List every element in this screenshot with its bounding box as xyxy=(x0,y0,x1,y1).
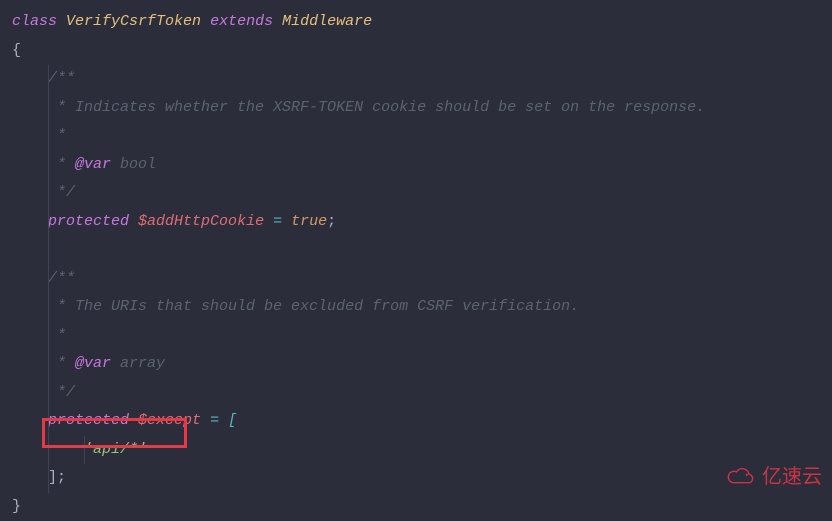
code-line: * The URIs that should be excluded from … xyxy=(12,293,820,322)
keyword-protected: protected xyxy=(48,213,129,230)
keyword-protected: protected xyxy=(48,412,129,429)
watermark-text: 亿速云 xyxy=(762,458,822,496)
blank-line xyxy=(12,236,820,265)
operator: = xyxy=(264,213,291,230)
code-line: 'api/*' xyxy=(12,436,820,465)
const-true: true xyxy=(291,213,327,230)
code-line: /** xyxy=(12,265,820,294)
classname: VerifyCsrfToken xyxy=(66,13,201,30)
code-line: */ xyxy=(12,179,820,208)
code-line: { xyxy=(12,37,820,66)
comment-text: * xyxy=(48,127,66,144)
code-line: */ xyxy=(12,379,820,408)
comment-text: * The URIs that should be excluded from … xyxy=(48,298,579,315)
code-line: * @var array xyxy=(12,350,820,379)
property-name: $except xyxy=(138,412,201,429)
comment-text: array xyxy=(111,355,165,372)
classname-parent: Middleware xyxy=(282,13,372,30)
keyword-class: class xyxy=(12,13,57,30)
code-line: class VerifyCsrfToken extends Middleware xyxy=(12,8,820,37)
phpdoc-tag: @var xyxy=(75,355,111,372)
code-line: protected $except = [ xyxy=(12,407,820,436)
code-line: * xyxy=(12,122,820,151)
comment-close: */ xyxy=(48,384,75,401)
code-line: protected $addHttpCookie = true; xyxy=(12,208,820,237)
string-literal: 'api/*' xyxy=(84,441,147,458)
keyword-extends: extends xyxy=(210,13,273,30)
code-line: * xyxy=(12,322,820,351)
code-line: * Indicates whether the XSRF-TOKEN cooki… xyxy=(12,94,820,123)
property-name: $addHttpCookie xyxy=(138,213,264,230)
comment-close: */ xyxy=(48,184,75,201)
code-block: class VerifyCsrfToken extends Middleware… xyxy=(12,8,820,521)
code-line: * @var bool xyxy=(12,151,820,180)
phpdoc-tag: @var xyxy=(75,156,111,173)
code-line: } xyxy=(12,493,820,521)
comment-open: /** xyxy=(48,270,75,287)
cloud-icon xyxy=(724,466,758,488)
operator: = [ xyxy=(201,412,237,429)
code-line: ]; xyxy=(12,464,820,493)
comment-text: bool xyxy=(111,156,156,173)
comment-text: * xyxy=(48,355,75,372)
code-line: /** xyxy=(12,65,820,94)
comment-text: * Indicates whether the XSRF-TOKEN cooki… xyxy=(48,99,705,116)
comment-text: * xyxy=(48,156,75,173)
watermark: 亿速云 xyxy=(724,458,822,496)
comment-text: * xyxy=(48,327,66,344)
comment-open: /** xyxy=(48,70,75,87)
